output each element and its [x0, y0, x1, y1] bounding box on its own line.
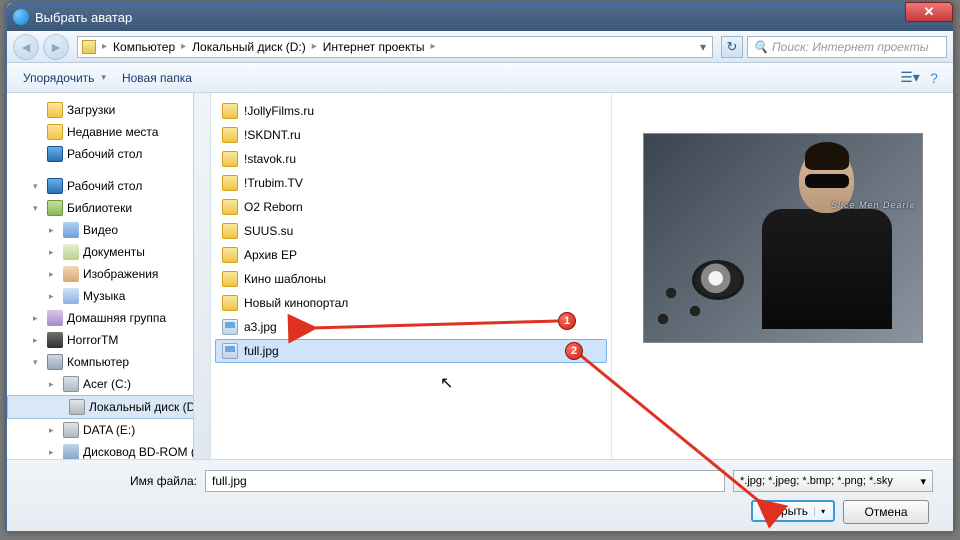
- file-list[interactable]: !JollyFilms.ru!SKDNT.ru!stavok.ru!Trubim…: [211, 93, 611, 459]
- tree-item[interactable]: Рабочий стол: [7, 143, 210, 165]
- cancel-button[interactable]: Отмена: [843, 500, 929, 524]
- drive-icon: [63, 376, 79, 392]
- filename-label: Имя файла:: [27, 474, 197, 488]
- tree-item[interactable]: Локальный диск (D:: [7, 395, 194, 419]
- annotation-badge-1: 1: [558, 312, 576, 330]
- tree-item[interactable]: ▸Acer (C:): [7, 373, 210, 395]
- desktop-icon: [47, 178, 63, 194]
- file-item[interactable]: Архив ЕР: [215, 243, 607, 267]
- help-icon[interactable]: ?: [923, 67, 945, 89]
- folder-icon: [222, 223, 238, 239]
- drive-icon: [63, 422, 79, 438]
- img-icon: [63, 266, 79, 282]
- folder-icon: [222, 103, 238, 119]
- file-dialog-window: Выбрать аватар ✕ ◄ ► ▸ Компьютер ▸ Локал…: [6, 2, 954, 532]
- preview-image: Slice Men Dearle: [643, 133, 923, 343]
- toolbar: Упорядочить Новая папка ☰▾ ?: [7, 63, 953, 93]
- folder-icon: [222, 247, 238, 263]
- tree-item[interactable]: ▸Музыка: [7, 285, 210, 307]
- annotation-badge-2: 2: [565, 342, 583, 360]
- vid-icon: [63, 222, 79, 238]
- preview-caption: Slice Men Dearle: [831, 200, 916, 210]
- folder-icon: [82, 40, 96, 54]
- drive-icon: [69, 399, 85, 415]
- search-input[interactable]: 🔍 Поиск: Интернет проекты: [747, 36, 947, 58]
- bd-icon: [63, 444, 79, 459]
- folder-icon: [222, 127, 238, 143]
- dialog-footer: Имя файла: *.jpg; *.jpeg; *.bmp; *.png; …: [7, 459, 953, 531]
- folder-icon: [222, 151, 238, 167]
- new-folder-button[interactable]: Новая папка: [114, 67, 200, 89]
- mus-icon: [63, 288, 79, 304]
- tree-item[interactable]: ▸Документы: [7, 241, 210, 263]
- tree-item[interactable]: ▸Изображения: [7, 263, 210, 285]
- file-item[interactable]: !stavok.ru: [215, 147, 607, 171]
- file-item[interactable]: O2 Reborn: [215, 195, 607, 219]
- filetype-dropdown[interactable]: *.jpg; *.jpeg; *.bmp; *.png; *.sky▾: [733, 470, 933, 492]
- folder-icon: [47, 124, 63, 140]
- folder-icon: [222, 175, 238, 191]
- titlebar[interactable]: Выбрать аватар ✕: [7, 3, 953, 31]
- tree-item[interactable]: ▾Компьютер: [7, 351, 210, 373]
- organize-menu[interactable]: Упорядочить: [15, 67, 114, 89]
- file-item[interactable]: full.jpg: [215, 339, 607, 363]
- forward-button[interactable]: ►: [43, 34, 69, 60]
- jpg-icon: [222, 343, 238, 359]
- grp-icon: [47, 310, 63, 326]
- folder-icon: [222, 199, 238, 215]
- file-item[interactable]: SUUS.su: [215, 219, 607, 243]
- breadcrumb[interactable]: ▸ Компьютер ▸ Локальный диск (D:) ▸ Инте…: [77, 36, 713, 58]
- desktop-icon: [47, 146, 63, 162]
- file-item[interactable]: a3.jpg: [215, 315, 607, 339]
- window-title: Выбрать аватар: [35, 10, 132, 25]
- tree-item[interactable]: ▸HorrorTM: [7, 329, 210, 351]
- open-button[interactable]: Открыть: [751, 500, 835, 522]
- tree-item[interactable]: ▾Рабочий стол: [7, 175, 210, 197]
- tree-item[interactable]: ▸Видео: [7, 219, 210, 241]
- file-item[interactable]: !SKDNT.ru: [215, 123, 607, 147]
- search-placeholder: Поиск: Интернет проекты: [772, 40, 929, 54]
- tm-icon: [47, 332, 63, 348]
- filename-input[interactable]: [205, 470, 725, 492]
- breadcrumb-part[interactable]: Локальный диск (D:): [188, 40, 310, 54]
- tree-item[interactable]: ▸Дисковод BD-ROM (I: [7, 441, 210, 459]
- breadcrumb-part[interactable]: Интернет проекты: [319, 40, 429, 54]
- back-button[interactable]: ◄: [13, 34, 39, 60]
- lib-icon: [47, 200, 63, 216]
- close-button[interactable]: ✕: [905, 2, 953, 22]
- refresh-button[interactable]: ↻: [721, 36, 743, 58]
- doc-icon: [63, 244, 79, 260]
- file-item[interactable]: Новый кинопортал: [215, 291, 607, 315]
- tree-item[interactable]: Недавние места: [7, 121, 210, 143]
- skype-icon: [13, 9, 29, 25]
- file-item[interactable]: Кино шаблоны: [215, 267, 607, 291]
- folder-tree[interactable]: ЗагрузкиНедавние местаРабочий стол ▾Рабоч…: [7, 93, 211, 459]
- breadcrumb-part[interactable]: Компьютер: [109, 40, 179, 54]
- tree-item[interactable]: ▸Домашняя группа: [7, 307, 210, 329]
- jpg-icon: [222, 319, 238, 335]
- file-item[interactable]: !Trubim.TV: [215, 171, 607, 195]
- folder-icon: [47, 102, 63, 118]
- cursor-icon: ↖: [440, 373, 453, 393]
- nav-bar: ◄ ► ▸ Компьютер ▸ Локальный диск (D:) ▸ …: [7, 31, 953, 63]
- tree-item[interactable]: ▾Библиотеки: [7, 197, 210, 219]
- view-options-icon[interactable]: ☰▾: [899, 67, 921, 89]
- file-item[interactable]: !JollyFilms.ru: [215, 99, 607, 123]
- pc-icon: [47, 354, 63, 370]
- tree-item[interactable]: Загрузки: [7, 99, 210, 121]
- folder-icon: [222, 271, 238, 287]
- preview-pane: Slice Men Dearle: [611, 93, 953, 459]
- tree-item[interactable]: ▸DATA (E:): [7, 419, 210, 441]
- folder-icon: [222, 295, 238, 311]
